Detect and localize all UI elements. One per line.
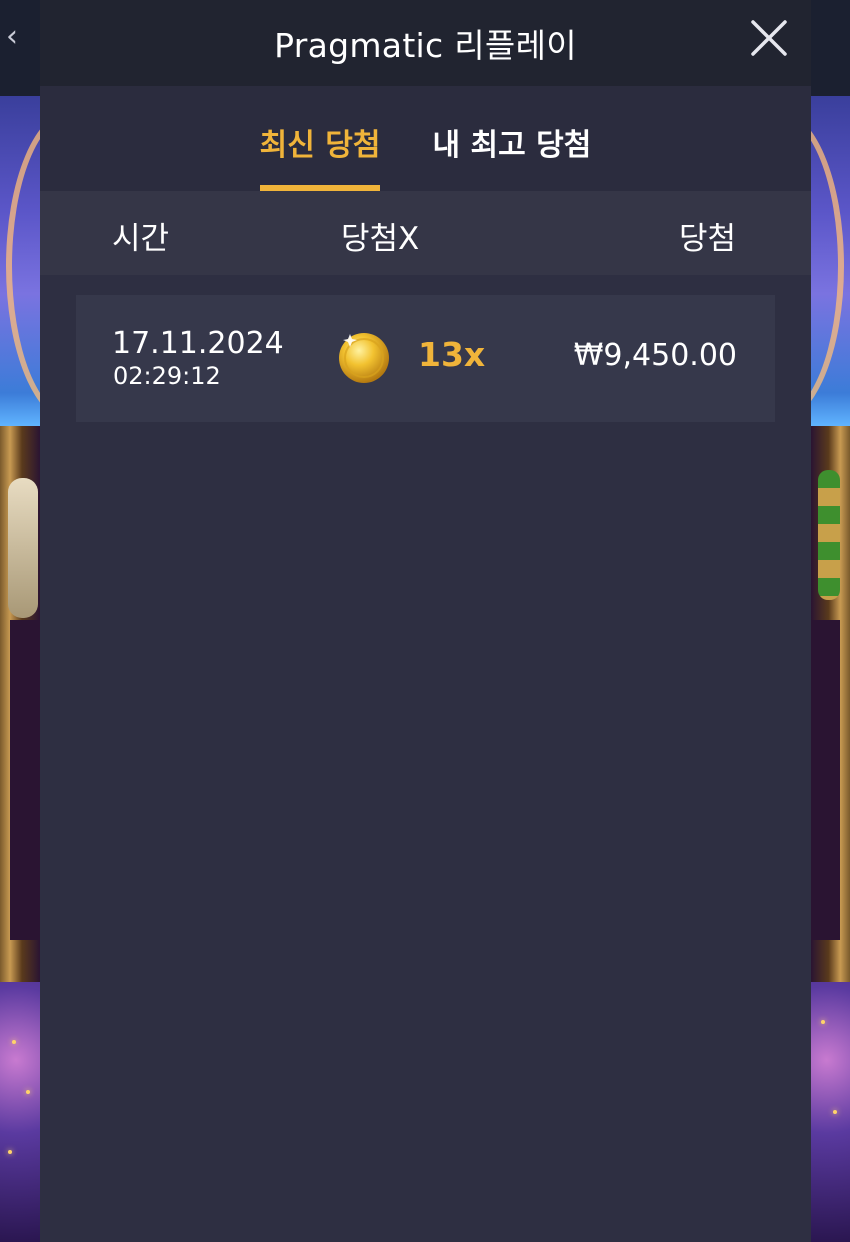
background-art-right (811, 0, 850, 1242)
list-item[interactable]: 17.11.2024 02:29:12 13x ₩9,450.00 (76, 295, 775, 422)
wins-list: 17.11.2024 02:29:12 13x ₩9,450.00 (40, 275, 811, 422)
win-multiplier: 13x (418, 335, 486, 374)
coin-icon (339, 333, 389, 383)
tab-bar: 최신 당첨 내 최고 당첨 (40, 86, 811, 191)
column-headers: 시간 당첨X 당첨 (40, 191, 811, 275)
win-date: 17.11.2024 (112, 326, 284, 361)
modal-header: Pragmatic 리플레이 (40, 0, 811, 86)
column-header-win: 당첨 (678, 221, 736, 257)
column-header-time: 시간 (112, 221, 170, 257)
background-art-left: ‹ (0, 0, 40, 1242)
tab-latest-wins[interactable]: 최신 당첨 (259, 120, 380, 191)
close-icon[interactable] (749, 18, 789, 58)
chevron-left-icon[interactable]: ‹ (6, 22, 18, 52)
tab-my-best-wins[interactable]: 내 최고 당첨 (432, 120, 591, 191)
replay-modal: Pragmatic 리플레이 최신 당첨 내 최고 당첨 시간 당첨X 당첨 1… (40, 0, 811, 1242)
modal-title: Pragmatic 리플레이 (274, 26, 577, 65)
column-header-multiplier: 당첨X (341, 221, 420, 257)
win-amount: ₩9,450.00 (573, 338, 737, 373)
win-time: 02:29:12 (113, 362, 221, 390)
